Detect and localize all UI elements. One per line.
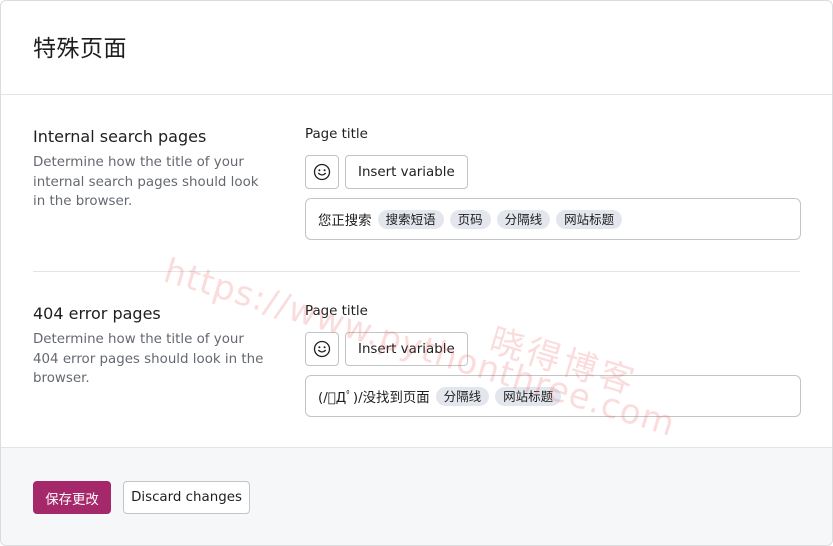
variable-chip[interactable]: 页码 [449,209,491,229]
title-template-input[interactable]: (/ﾟДﾟ)/没找到页面 分隔线 网站标题 [305,375,801,417]
page-title: 特殊页面 [33,36,127,62]
title-prefix-text: (/ﾟДﾟ)/没找到页面 [318,391,430,406]
title-prefix-text: 您正搜索 [318,214,372,229]
page-title-field: Page title Insert variable 您正搜索 搜索短语 页码 … [305,119,801,240]
card-footer: 保存更改 Discard changes [1,447,832,545]
page-title-field: Page title Insert variable (/ﾟДﾟ)/没找到页面 … [305,296,801,417]
section-heading: Internal search pages [33,127,207,146]
emoji-button[interactable] [305,332,339,366]
insert-variable-button[interactable]: Insert variable [345,155,468,189]
variable-chip[interactable]: 搜索短语 [377,209,444,229]
section-description-column: 404 error pages Determine how the title … [33,296,273,389]
settings-card: 特殊页面 Internal search pages Determine how… [0,0,833,546]
field-label: Page title [305,127,368,142]
smiley-icon [313,163,331,181]
variable-chip[interactable]: 分隔线 [496,209,551,229]
insert-variable-button[interactable]: Insert variable [345,332,468,366]
variable-chip[interactable]: 网站标题 [495,386,562,406]
variable-chip[interactable]: 分隔线 [435,386,490,406]
field-button-row: Insert variable [305,332,801,367]
emoji-button[interactable] [305,155,339,189]
field-label: Page title [305,304,368,319]
variable-chip[interactable]: 网站标题 [556,209,623,229]
save-button[interactable]: 保存更改 [33,481,111,514]
section-description: Determine how the title of your internal… [33,155,259,210]
section-description: Determine how the title of your 404 erro… [33,332,264,387]
smiley-icon [313,340,331,358]
title-template-input[interactable]: 您正搜索 搜索短语 页码 分隔线 网站标题 [305,198,801,240]
section-heading: 404 error pages [33,304,161,323]
card-header: 特殊页面 [1,1,832,95]
section-divider [33,271,800,272]
section-description-column: Internal search pages Determine how the … [33,119,273,212]
discard-changes-button[interactable]: Discard changes [123,481,250,514]
field-button-row: Insert variable [305,155,801,190]
